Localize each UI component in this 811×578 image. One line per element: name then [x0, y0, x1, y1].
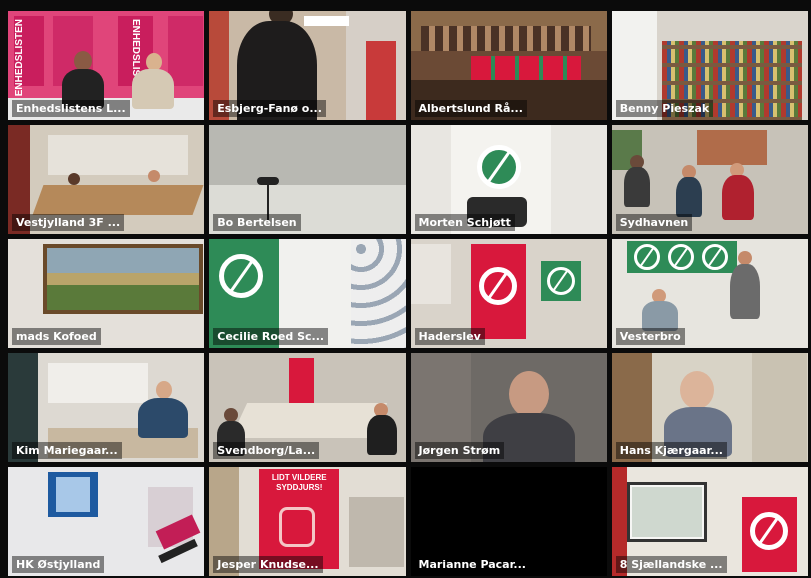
participant-tile-hk-ostjylland[interactable]: HK Østjylland [8, 467, 205, 576]
participant-name: Bo Bertelsen [213, 214, 301, 231]
participant-name: Jesper Knudse... [213, 556, 323, 573]
participant-name: Enhedslistens L... [12, 100, 130, 117]
poster-text: LIDT VILDERE SYDDJURS! [271, 473, 327, 492]
participant-tile-marianne-pacar[interactable]: Marianne Pacar... [410, 467, 607, 576]
participant-name: mads Kofoed [12, 328, 101, 345]
participant-tile-enhedslistens[interactable]: ENHEDSLISTEN ENHEDSLISTEN Enhedslistens … [8, 11, 205, 120]
participant-tile-hans-kjaergaard[interactable]: Hans Kjærgaar... [611, 353, 808, 462]
participant-name: Jørgen Strøm [414, 442, 505, 459]
video-grid: ENHEDSLISTEN ENHEDSLISTEN Enhedslistens … [8, 11, 808, 576]
banner-text: ENHEDSLISTEN [14, 19, 25, 97]
participant-name: Haderslev [414, 328, 485, 345]
participant-tile-albertslund[interactable]: Albertslund Rå... [410, 11, 607, 120]
participant-tile-8-sjaellandske[interactable]: 8 Sjællandske ... [611, 467, 808, 576]
participant-name: Vestjylland 3F ... [12, 214, 125, 231]
participant-name: Sydhavnen [615, 214, 693, 231]
participant-name: Hans Kjærgaar... [615, 442, 727, 459]
participant-name: Morten Schjøtt [414, 214, 515, 231]
participant-tile-sydhavnen[interactable]: Sydhavnen [611, 125, 808, 234]
participant-tile-jorgen-strom[interactable]: Jørgen Strøm [410, 353, 607, 462]
participant-name: 8 Sjællandske ... [615, 556, 727, 573]
participant-name: Vesterbro [615, 328, 685, 345]
participant-name: Benny Pieszak [615, 100, 714, 117]
participant-tile-svendborg[interactable]: Svendborg/La... [209, 353, 406, 462]
participant-name: Albertslund Rå... [414, 100, 527, 117]
participant-name: Kim Mariegaar... [12, 442, 122, 459]
participant-name: HK Østjylland [12, 556, 105, 573]
participant-tile-kim-mariegaard[interactable]: Kim Mariegaar... [8, 353, 205, 462]
participant-tile-morten-schjott[interactable]: Morten Schjøtt [410, 125, 607, 234]
participant-tile-vestjylland[interactable]: Vestjylland 3F ... [8, 125, 205, 234]
participant-tile-haderslev[interactable]: Haderslev [410, 239, 607, 348]
participant-tile-benny-pieszak[interactable]: Benny Pieszak [611, 11, 808, 120]
participant-name: Esbjerg-Fanø o... [213, 100, 326, 117]
participant-tile-vesterbro[interactable]: Vesterbro [611, 239, 808, 348]
participant-tile-bo-bertelsen[interactable]: Bo Bertelsen [209, 125, 406, 234]
participant-name: Svendborg/La... [213, 442, 320, 459]
participant-tile-cecilie-roed[interactable]: Cecilie Roed Sc... [209, 239, 406, 348]
participant-tile-jesper-knudsen[interactable]: LIDT VILDERE SYDDJURS! Jesper Knudse... [209, 467, 406, 576]
participant-tile-mads-kofoed[interactable]: mads Kofoed [8, 239, 205, 348]
participant-tile-esbjerg[interactable]: Esbjerg-Fanø o... [209, 11, 406, 120]
participant-name: Marianne Pacar... [418, 558, 526, 571]
participant-name: Cecilie Roed Sc... [213, 328, 329, 345]
